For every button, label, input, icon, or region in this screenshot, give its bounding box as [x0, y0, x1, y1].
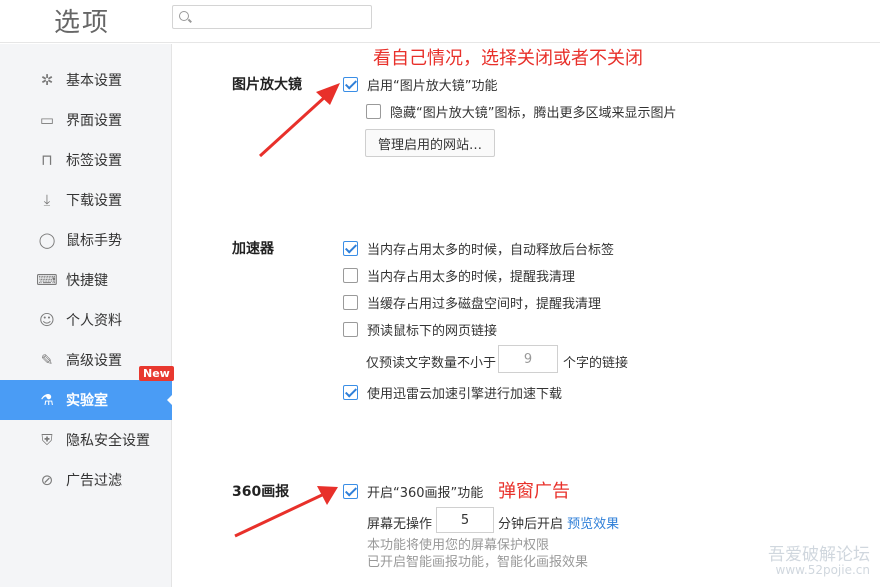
watermark: www.52pojie.cn: [775, 563, 870, 577]
options-window: 选项 ✲ 基本设置 ▭ 界面设置 ⊓ 标签设置 ⤓ 下载设置 ◯ 鼠标手势 ⌨ …: [0, 0, 880, 587]
annotation-arrow: [234, 486, 338, 538]
watermark: 吾爱破解论坛: [768, 545, 870, 565]
annotation-arrow: [258, 83, 340, 158]
annotation-arrows: [234, 83, 340, 538]
